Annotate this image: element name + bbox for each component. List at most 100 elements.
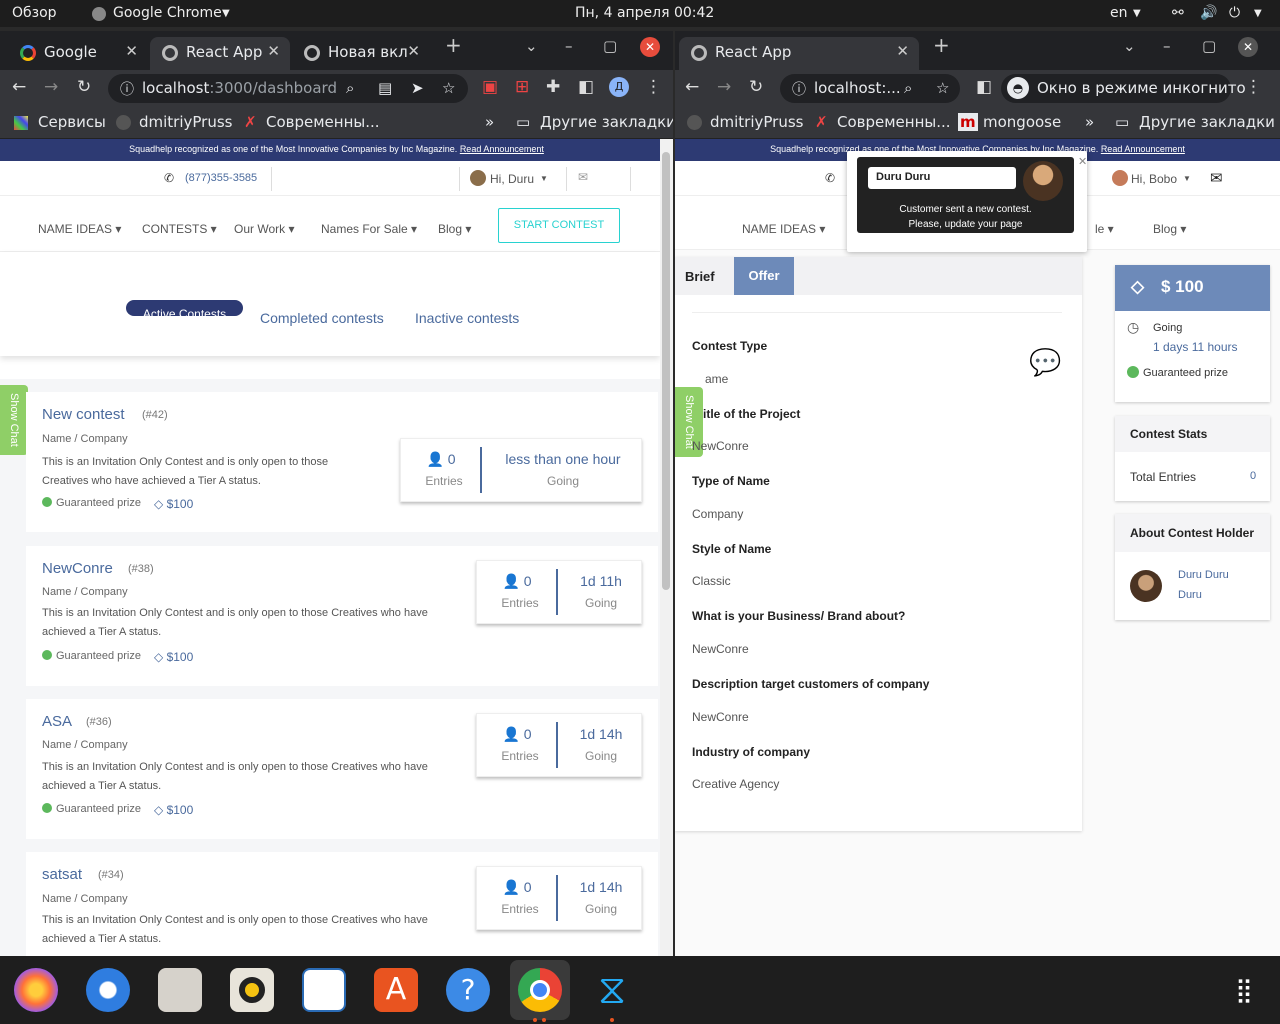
nav-names-for-sale[interactable]: le ▾	[1095, 222, 1114, 236]
firefox-icon[interactable]	[14, 968, 58, 1012]
new-tab-button[interactable]: +	[933, 33, 950, 57]
holder-name[interactable]: Duru Duru	[1178, 569, 1229, 581]
mail-open-icon[interactable]: ✉	[1210, 169, 1223, 187]
activities-button[interactable]: Обзор	[12, 5, 57, 21]
user-greeting[interactable]: Hi, Duru	[490, 172, 534, 186]
close-window-button[interactable]: ✕	[640, 37, 660, 57]
scrollbar-thumb[interactable]	[662, 152, 670, 590]
chat-bubbles-icon[interactable]: 💬	[1029, 347, 1061, 378]
phone-number[interactable]: (877)355-3585	[185, 172, 257, 184]
network-icon[interactable]: ⚯	[1172, 5, 1184, 21]
start-contest-button[interactable]: START CONTEST	[498, 208, 620, 243]
close-icon[interactable]: ✕	[1078, 155, 1087, 168]
maximize-button[interactable]: ▢	[1202, 37, 1216, 55]
star-icon[interactable]: ☆	[442, 79, 455, 97]
zoom-icon[interactable]: ⌕	[346, 79, 354, 97]
tab-react-app[interactable]: React App ✕	[679, 37, 919, 70]
chrome-icon[interactable]	[518, 968, 562, 1012]
reload-icon[interactable]: ↻	[77, 77, 91, 97]
more-bookmarks-icon[interactable]: »	[1085, 113, 1094, 131]
bookmark-other[interactable]: Другие закладки	[540, 113, 673, 131]
close-icon[interactable]: ✕	[267, 42, 280, 60]
back-icon[interactable]: ←	[12, 77, 26, 97]
contest-title[interactable]: New contest	[42, 406, 125, 423]
nav-name-ideas[interactable]: NAME IDEAS ▾	[742, 222, 825, 236]
reload-icon[interactable]: ↻	[749, 77, 763, 97]
close-icon[interactable]: ✕	[896, 42, 909, 60]
contest-title[interactable]: satsat	[42, 866, 82, 883]
contest-card[interactable]: ASA (#36) Name / Company This is an Invi…	[26, 699, 658, 839]
bookmark-services[interactable]: Сервисы	[38, 113, 106, 131]
star-icon[interactable]: ☆	[936, 79, 949, 97]
contest-title[interactable]: NewConre	[42, 560, 113, 577]
writer-icon[interactable]	[302, 968, 346, 1012]
send-icon[interactable]: ➤	[411, 79, 424, 97]
bookmark-modern[interactable]: Современны...	[266, 113, 380, 131]
bookmark-modern[interactable]: Современны...	[837, 113, 951, 131]
zoom-icon[interactable]: ⌕	[904, 79, 912, 97]
tab-offer[interactable]: Offer	[734, 257, 794, 295]
tab-search-icon[interactable]: ⌄	[1123, 37, 1136, 55]
menu-icon[interactable]: ⋮	[1245, 77, 1262, 97]
new-tab-button[interactable]: +	[445, 33, 462, 57]
show-chat-button[interactable]: Show Chat	[0, 385, 28, 455]
thunderbird-icon[interactable]	[86, 968, 130, 1012]
bookmark-dmitriypruss[interactable]: dmitriyPruss	[139, 113, 232, 131]
nav-names-for-sale[interactable]: Names For Sale ▾	[321, 222, 417, 236]
incognito-indicator[interactable]: ◓ Окно в режиме инкогнито	[1001, 74, 1246, 103]
minimize-button[interactable]: –	[1163, 37, 1171, 55]
back-icon[interactable]: ←	[685, 77, 699, 97]
bookmark-dmitriypruss[interactable]: dmitriyPruss	[710, 113, 803, 131]
contest-card[interactable]: NewConre (#38) Name / Company This is an…	[26, 546, 658, 686]
reader-icon[interactable]: ▤	[378, 79, 392, 97]
extension-icon[interactable]: ⊞	[515, 77, 529, 97]
filter-completed-contests[interactable]: Completed contests	[260, 310, 384, 326]
contest-card[interactable]: New contest (#42) Name / Company This is…	[26, 392, 658, 532]
nav-contests[interactable]: CONTESTS ▾	[142, 222, 217, 236]
banner-link[interactable]: Read Announcement	[460, 144, 544, 154]
tab-search-icon[interactable]: ⌄	[525, 37, 538, 55]
tab-new-tab[interactable]: Новая вкл ✕	[292, 37, 430, 70]
language-indicator[interactable]: en	[1110, 5, 1128, 21]
mail-icon[interactable]: ✉	[578, 170, 588, 184]
menu-icon[interactable]: ⋮	[645, 77, 662, 97]
files-icon[interactable]	[158, 968, 202, 1012]
nav-our-work[interactable]: Our Work ▾	[234, 222, 294, 236]
bookmark-mongoose[interactable]: mongoose	[983, 113, 1061, 131]
nav-name-ideas[interactable]: NAME IDEAS ▾	[38, 222, 121, 236]
volume-icon[interactable]: 🔊	[1200, 5, 1217, 21]
power-icon[interactable]: ⏻	[1229, 5, 1240, 21]
profile-avatar[interactable]: Д	[609, 77, 629, 97]
user-greeting[interactable]: Hi, Bobo	[1131, 172, 1177, 186]
nav-blog[interactable]: Blog ▾	[1153, 222, 1186, 236]
sidepanel-icon[interactable]: ◧	[976, 77, 992, 97]
puzzle-icon[interactable]: ✚	[546, 77, 560, 97]
vscode-icon[interactable]: ⧖	[590, 968, 634, 1012]
filter-inactive-contests[interactable]: Inactive contests	[415, 310, 519, 326]
app-menu[interactable]: Google Chrome	[113, 5, 222, 21]
nav-blog[interactable]: Blog ▾	[438, 222, 471, 236]
clock[interactable]: Пн, 4 апреля 00:42	[575, 5, 714, 21]
minimize-button[interactable]: –	[565, 37, 573, 55]
maximize-button[interactable]: ▢	[603, 37, 617, 55]
rhythmbox-icon[interactable]	[230, 968, 274, 1012]
close-window-button[interactable]: ✕	[1238, 37, 1258, 57]
forward-icon[interactable]: →	[44, 77, 58, 97]
show-apps-icon[interactable]: ⣿	[1222, 968, 1266, 1012]
forward-icon[interactable]: →	[717, 77, 731, 97]
software-icon[interactable]: A	[374, 968, 418, 1012]
address-bar[interactable]: ⓘ localhost:3000/dashboard ⌕ ▤ ➤ ☆	[108, 74, 468, 103]
extension-icon[interactable]: ▣	[482, 77, 498, 97]
holder-username[interactable]: Duru	[1178, 589, 1202, 601]
sidepanel-icon[interactable]: ◧	[578, 77, 594, 97]
bookmark-other[interactable]: Другие закладки	[1139, 113, 1275, 131]
contest-card[interactable]: satsat (#34) Name / Company This is an I…	[26, 852, 658, 956]
close-icon[interactable]: ✕	[407, 42, 420, 60]
tab-react-app[interactable]: React App ✕	[150, 37, 290, 70]
close-icon[interactable]: ✕	[125, 42, 138, 60]
banner-link[interactable]: Read Announcement	[1101, 144, 1185, 154]
contest-title[interactable]: ASA	[42, 713, 72, 730]
more-bookmarks-icon[interactable]: »	[485, 113, 494, 131]
address-bar[interactable]: ⓘ localhost:... ⌕ ☆	[780, 74, 960, 103]
tab-google[interactable]: Google ✕	[8, 37, 148, 70]
